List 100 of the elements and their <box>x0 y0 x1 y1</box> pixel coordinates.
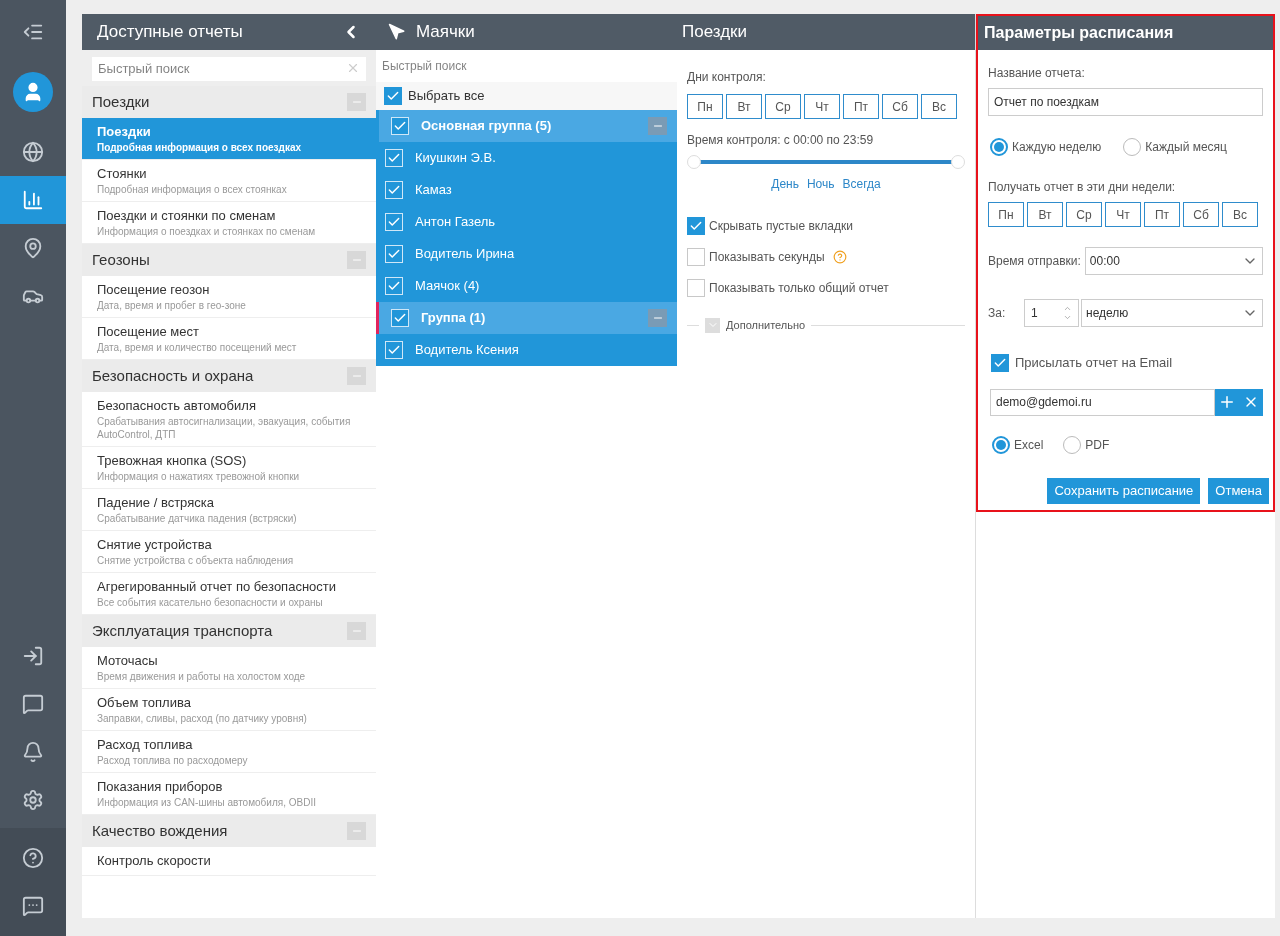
section-header[interactable]: Геозоны <box>82 244 376 276</box>
panel-title: Доступные отчеты <box>97 21 243 44</box>
day-toggle[interactable]: Ср <box>765 94 801 119</box>
settings-icon <box>22 789 44 811</box>
day-toggle[interactable]: Вс <box>1222 202 1258 227</box>
check-icon <box>387 279 401 293</box>
beacon-name: Антон Газель <box>415 213 496 232</box>
report-title: Расход топлива <box>97 736 194 754</box>
radio-label: Каждую неделю <box>1012 139 1102 156</box>
field-label: За: <box>988 305 1007 322</box>
preset-link[interactable]: День <box>771 175 799 193</box>
day-toggle[interactable]: Пт <box>843 94 879 119</box>
field-label: Дни контроля: <box>687 69 767 86</box>
beacon-name: Маячок (4) <box>415 277 480 296</box>
email-field[interactable]: demo@gdemoi.ru <box>990 388 1215 416</box>
section-title: Эксплуатация транспорта <box>92 620 273 641</box>
section-header[interactable]: Безопасность и охрана <box>82 360 376 392</box>
section-title: Качество вождения <box>92 820 228 841</box>
section-title: Поездки <box>92 91 150 112</box>
day-toggle[interactable]: Пн <box>988 202 1024 227</box>
checkbox[interactable] <box>991 353 1009 372</box>
preset-link[interactable]: Ночь <box>806 175 835 193</box>
report-subtitle: Подробная информация о всех поездках <box>97 141 303 154</box>
option-label: Показывать только общий отчет <box>709 280 889 297</box>
expand-toggle[interactable] <box>705 317 720 333</box>
check-icon <box>393 311 407 325</box>
radio-button[interactable] <box>992 435 1010 454</box>
day-toggle[interactable]: Чт <box>804 94 840 119</box>
section-header[interactable]: Поездки <box>82 86 376 118</box>
section-header[interactable]: Качество вождения <box>82 815 376 847</box>
collapse-toggle[interactable] <box>648 117 667 135</box>
report-subtitle: Снятие устройства с объекта наблюдения <box>97 554 295 567</box>
search-field[interactable]: Быстрый поиск <box>376 50 677 82</box>
panel-title: Поездки <box>681 21 749 44</box>
field-label: Название отчета: <box>988 65 1086 82</box>
checkbox-label: Присылать отчет на Email <box>1015 354 1173 372</box>
check-icon <box>387 183 401 197</box>
check-icon <box>393 119 407 133</box>
day-toggle[interactable]: Вт <box>1027 202 1063 227</box>
radio-label: Excel <box>1014 436 1044 454</box>
slider-thumb[interactable] <box>687 155 701 169</box>
report-title: Посещение мест <box>97 323 200 341</box>
check-icon <box>387 343 401 357</box>
beacon-name: Камаз <box>415 181 452 200</box>
bar-chart-icon <box>22 189 44 211</box>
plus-icon <box>1218 393 1236 411</box>
day-toggle[interactable]: Вс <box>921 94 957 119</box>
section-header[interactable]: Эксплуатация транспорта <box>82 615 376 647</box>
report-title: Снятие устройства <box>97 536 213 554</box>
search-field[interactable]: Быстрый поиск <box>92 56 366 81</box>
report-title: Посещение геозон <box>97 281 211 299</box>
report-title: Безопасность автомобиля <box>97 397 257 415</box>
report-title: Стоянки <box>97 165 148 183</box>
help-icon[interactable] <box>832 250 847 264</box>
report-subtitle: Дата, время и пробег в гео-зоне <box>97 299 247 312</box>
preset-link[interactable]: Всегда <box>842 175 881 193</box>
slider-thumb[interactable] <box>951 155 965 169</box>
radio-button[interactable] <box>990 138 1008 156</box>
day-toggle[interactable]: Сб <box>882 94 918 119</box>
report-subtitle: Информация о нажатиях тревожной кнопки <box>97 470 301 483</box>
remove-email-button[interactable] <box>1239 388 1263 416</box>
report-title: Показания приборов <box>97 778 224 796</box>
section-label: Дополнительно <box>726 318 806 333</box>
day-toggle[interactable]: Пт <box>1144 202 1180 227</box>
day-toggle[interactable]: Сб <box>1183 202 1219 227</box>
day-toggle[interactable]: Пн <box>687 94 723 119</box>
checkbox[interactable] <box>384 87 402 105</box>
day-toggle[interactable]: Ср <box>1066 202 1102 227</box>
report-subtitle: Все события касательно безопасности и охраны <box>97 596 324 609</box>
checkbox[interactable] <box>687 248 705 266</box>
option-label: Показывать секунды <box>709 249 825 266</box>
send-time-select[interactable]: 00:00 <box>1084 247 1263 275</box>
add-email-button[interactable] <box>1215 388 1239 416</box>
report-title: Тревожная кнопка (SOS) <box>97 452 248 470</box>
period-select[interactable]: неделю <box>1081 299 1263 327</box>
count-spinner[interactable]: 1 <box>1024 299 1079 327</box>
report-title: Падение / встряска <box>97 494 215 512</box>
report-title: Контроль скорости <box>97 852 212 870</box>
radio-label: PDF <box>1085 436 1110 454</box>
report-title: Поездки <box>97 123 152 141</box>
group-name: Основная группа (5) <box>421 117 553 136</box>
panel-title: Маячки <box>416 21 475 44</box>
chat-icon <box>22 895 44 917</box>
checkbox[interactable] <box>687 217 705 235</box>
report-subtitle: Срабатывание датчика падения (встряски) <box>97 512 298 525</box>
checkbox[interactable] <box>687 279 705 297</box>
group-name: Группа (1) <box>421 309 487 328</box>
select-all-label: Выбрать все <box>408 87 485 106</box>
section-title: Геозоны <box>92 249 150 270</box>
check-icon <box>386 89 400 103</box>
time-range-slider[interactable] <box>687 155 965 169</box>
login-icon <box>22 645 44 667</box>
day-toggle[interactable]: Вт <box>726 94 762 119</box>
report-name-field[interactable]: Отчет по поездкам <box>988 88 1263 116</box>
check-icon <box>387 215 401 229</box>
radio-label: Каждый месяц <box>1145 139 1227 156</box>
day-toggle[interactable]: Чт <box>1105 202 1141 227</box>
collapse-toggle[interactable] <box>648 309 667 327</box>
select-all-row[interactable]: Выбрать все <box>376 82 677 110</box>
panel-title: Параметры расписания <box>984 23 1174 43</box>
